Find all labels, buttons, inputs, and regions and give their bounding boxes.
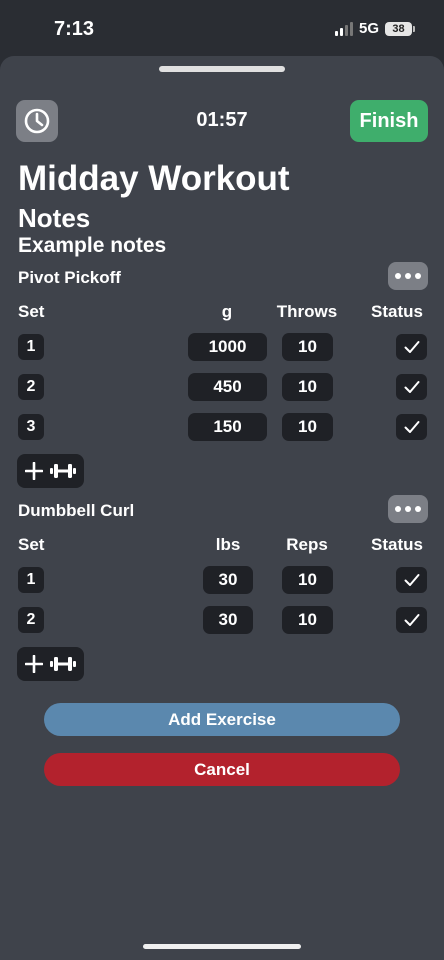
set-number[interactable]: 1 <box>18 567 44 593</box>
weight-input[interactable]: 1000 <box>188 333 267 361</box>
column-header-reps: Reps <box>286 535 328 554</box>
add-set-button[interactable] <box>17 454 84 488</box>
exercise-name: Dumbbell Curl <box>18 501 135 520</box>
set-complete-checkbox[interactable] <box>396 334 427 360</box>
more-dots-icon <box>395 506 401 512</box>
set-number[interactable]: 2 <box>18 374 44 400</box>
add-exercise-button[interactable]: Add Exercise <box>44 703 400 736</box>
checkmark-icon <box>404 574 419 586</box>
network-type: 5G <box>358 20 379 37</box>
set-complete-checkbox[interactable] <box>396 374 427 400</box>
exercise-card: Pivot Pickoff Set g Throws Status 1 1000… <box>0 260 444 490</box>
weight-input[interactable]: 450 <box>188 373 267 401</box>
column-header-status: Status <box>371 535 423 554</box>
weight-input[interactable]: 30 <box>203 566 253 594</box>
checkmark-icon <box>404 614 419 626</box>
dumbbell-icon <box>49 657 76 671</box>
cancel-button[interactable]: Cancel <box>44 753 400 786</box>
column-header-set: Set <box>18 302 45 321</box>
exercise-card: Dumbbell Curl Set lbs Reps Status 1 30 1… <box>0 493 444 683</box>
more-dots-icon <box>395 273 401 279</box>
reps-input[interactable]: 10 <box>282 606 333 634</box>
set-number[interactable]: 2 <box>18 607 44 633</box>
set-number[interactable]: 3 <box>18 414 44 440</box>
status-time: 7:13 <box>54 18 95 40</box>
column-header-set: Set <box>18 535 45 554</box>
add-set-button[interactable] <box>17 647 84 681</box>
column-header-status: Status <box>371 302 423 321</box>
battery-icon: 38 <box>385 21 415 36</box>
checkmark-icon <box>404 421 419 433</box>
column-header-weight: g <box>221 302 233 321</box>
exercise-more-button[interactable] <box>388 262 428 290</box>
workout-sheet: 01:57 Finish Midday Workout Notes Exampl… <box>0 56 444 960</box>
exercise-name: Pivot Pickoff <box>18 268 121 287</box>
set-complete-checkbox[interactable] <box>396 567 427 593</box>
workout-title[interactable]: Midday Workout <box>18 159 290 199</box>
column-header-weight: lbs <box>215 535 241 554</box>
home-indicator[interactable] <box>143 944 301 949</box>
notes-text[interactable]: Example notes <box>18 234 166 258</box>
reps-input[interactable]: 10 <box>282 566 333 594</box>
plus-icon <box>24 462 43 480</box>
finish-button[interactable]: Finish <box>350 100 428 142</box>
set-complete-checkbox[interactable] <box>396 607 427 633</box>
exercise-more-button[interactable] <box>388 495 428 523</box>
reps-input[interactable]: 10 <box>282 373 333 401</box>
column-header-reps: Throws <box>276 302 338 321</box>
checkmark-icon <box>404 381 419 393</box>
sheet-grabber[interactable] <box>159 66 285 72</box>
weight-input[interactable]: 150 <box>188 413 267 441</box>
dumbbell-icon <box>49 464 76 478</box>
set-number[interactable]: 1 <box>18 334 44 360</box>
battery-level: 38 <box>392 22 405 35</box>
cellular-signal-icon <box>334 21 353 36</box>
plus-icon <box>24 655 43 673</box>
status-indicators: 5G 38 <box>334 20 415 37</box>
checkmark-icon <box>404 341 419 353</box>
reps-input[interactable]: 10 <box>282 413 333 441</box>
set-complete-checkbox[interactable] <box>396 414 427 440</box>
weight-input[interactable]: 30 <box>203 606 253 634</box>
reps-input[interactable]: 10 <box>282 333 333 361</box>
status-bar: 7:13 5G 38 <box>0 0 444 56</box>
notes-heading: Notes <box>18 203 91 233</box>
